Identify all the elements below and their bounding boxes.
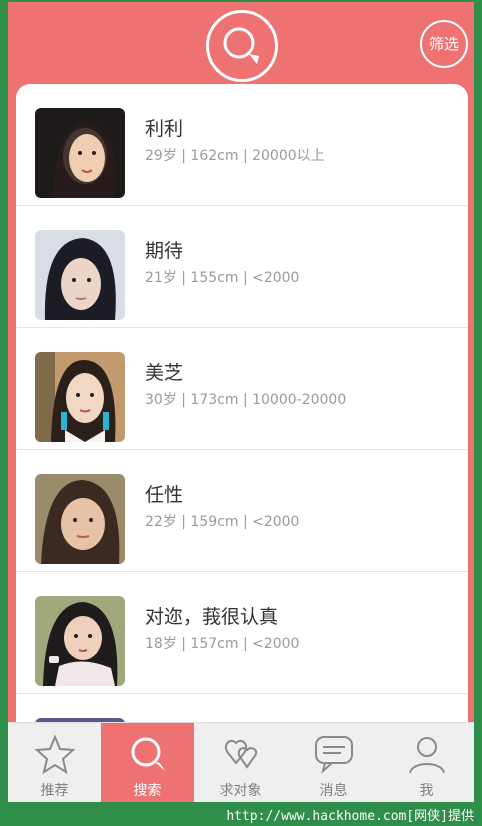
search-icon: [127, 733, 169, 775]
profile-row[interactable]: 对迩，莪很认真 18岁 | 157cm | <2000: [16, 572, 468, 694]
tab-me[interactable]: 我: [380, 723, 473, 802]
search-magnifier-logo-icon: [206, 10, 278, 82]
tab-search[interactable]: 搜索: [101, 723, 194, 802]
profile-meta: 22岁 | 159cm | <2000: [145, 514, 300, 530]
user-icon: [406, 733, 448, 775]
watermark-strip: http://www.hackhome.com[网侠]提供: [0, 802, 482, 826]
profile-name: 对迩，莪很认真: [145, 606, 279, 628]
hearts-icon: [220, 733, 262, 775]
filter-button[interactable]: 筛选: [420, 20, 468, 68]
profile-row[interactable]: 期待 21岁 | 155cm | <2000: [16, 206, 468, 328]
profile-row[interactable]: 美芝 30岁 | 173cm | 10000-20000: [16, 328, 468, 450]
tab-label: 消息: [319, 783, 348, 799]
tab-find-partner[interactable]: 求对象: [194, 723, 287, 802]
avatar: [35, 596, 125, 686]
profile-name: 美芝: [145, 362, 184, 384]
avatar: [35, 352, 125, 442]
avatar: [35, 108, 125, 198]
profile-row-partial[interactable]: [16, 694, 468, 724]
tab-label: 求对象: [219, 783, 262, 799]
app-screen: 筛选 利利 29岁 | 162cm | 20000以上 期待 21岁 | 155…: [8, 2, 474, 802]
tab-messages[interactable]: 消息: [287, 723, 380, 802]
tab-label: 推荐: [40, 783, 69, 799]
profile-meta: 21岁 | 155cm | <2000: [145, 270, 300, 286]
avatar: [35, 230, 125, 320]
tab-recommend[interactable]: 推荐: [8, 723, 101, 802]
profile-name: 任性: [145, 484, 184, 506]
star-icon: [34, 733, 76, 775]
avatar: [35, 474, 125, 564]
bottom-tab-bar: 推荐 搜索 求对象 消息 我: [8, 722, 474, 802]
profile-meta: 29岁 | 162cm | 20000以上: [145, 148, 325, 164]
tab-label: 我: [419, 783, 434, 799]
profile-list: 利利 29岁 | 162cm | 20000以上 期待 21岁 | 155cm …: [16, 84, 468, 724]
profile-row[interactable]: 利利 29岁 | 162cm | 20000以上: [16, 84, 468, 206]
chat-bubble-icon: [313, 733, 355, 775]
profile-meta: 30岁 | 173cm | 10000-20000: [145, 392, 347, 408]
profile-row[interactable]: 任性 22岁 | 159cm | <2000: [16, 450, 468, 572]
top-bar: 筛选: [8, 2, 474, 84]
profile-name: 利利: [145, 118, 184, 140]
tab-label: 搜索: [133, 783, 162, 799]
watermark-text: http://www.hackhome.com[网侠]提供: [226, 809, 474, 824]
profile-meta: 18岁 | 157cm | <2000: [145, 636, 300, 652]
profile-name: 期待: [145, 240, 184, 262]
